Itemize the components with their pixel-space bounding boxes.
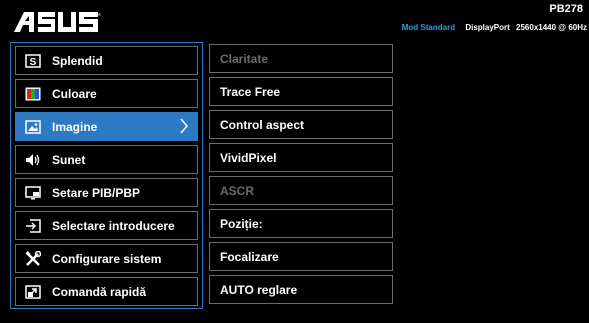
menu-item-label: Selectare introducere — [52, 218, 175, 233]
menu-item-label: Culoare — [52, 86, 97, 101]
image-icon — [24, 119, 42, 135]
submenu-item-pozitie[interactable]: Poziție: — [209, 209, 393, 238]
menu-item-splendid[interactable]: S Splendid — [15, 46, 198, 75]
asus-logo: ® — [14, 12, 101, 32]
menu-item-label: Imagine — [52, 119, 98, 134]
submenu: Claritate Trace Free Control aspect Vivi… — [209, 44, 393, 309]
svg-text:S: S — [30, 57, 37, 68]
resolution-label: 2560x1440 @ 60Hz — [516, 23, 587, 32]
color-icon — [24, 86, 42, 102]
submenu-item-control-aspect[interactable]: Control aspect — [209, 110, 393, 139]
menu-item-sunet[interactable]: Sunet — [15, 145, 198, 174]
status-line: Mod Standard DisplayPort 2560x1440 @ 60H… — [402, 23, 587, 32]
menu-item-configurare-sistem[interactable]: Configurare sistem — [15, 244, 198, 273]
mode-label: Mod Standard — [401, 23, 456, 32]
menu-item-imagine[interactable]: Imagine — [15, 112, 198, 141]
menu-item-setare-pip-pbp[interactable]: Setare PIB/PBP — [15, 178, 198, 207]
submenu-item-vividpixel[interactable]: VividPixel — [209, 143, 393, 172]
input-port-label: DisplayPort — [465, 23, 510, 32]
chevron-right-icon — [179, 118, 189, 137]
menu-item-label: Comandă rapidă — [52, 284, 147, 299]
submenu-item-auto-reglare[interactable]: AUTO reglare — [209, 275, 393, 304]
model-name: PB278 — [549, 3, 583, 15]
input-select-icon — [24, 218, 42, 234]
tools-icon — [24, 250, 42, 267]
menu-item-culoare[interactable]: Culoare — [15, 79, 198, 108]
submenu-item-ascr: ASCR — [209, 176, 393, 205]
osd-panel: ® PB278 Mod Standard DisplayPort 2560x14… — [0, 0, 589, 323]
menu-item-label: Sunet — [52, 152, 86, 167]
speaker-icon — [24, 152, 42, 168]
svg-text:®: ® — [98, 12, 101, 17]
splendid-s-icon: S — [24, 53, 42, 69]
main-menu: S Splendid Culoare Imagine Sunet Setare … — [10, 42, 203, 309]
menu-item-label: Configurare sistem — [52, 251, 162, 266]
submenu-item-claritate: Claritate — [209, 44, 393, 73]
menu-item-comanda-rapida[interactable]: Comandă rapidă — [15, 277, 198, 306]
shortcut-icon — [24, 284, 42, 300]
menu-item-selectare-introducere[interactable]: Selectare introducere — [15, 211, 198, 240]
menu-item-label: Setare PIB/PBP — [52, 185, 141, 200]
menu-item-label: Splendid — [52, 53, 103, 68]
submenu-item-focalizare[interactable]: Focalizare — [209, 242, 393, 271]
submenu-item-trace-free[interactable]: Trace Free — [209, 77, 393, 106]
pip-icon — [24, 185, 42, 201]
